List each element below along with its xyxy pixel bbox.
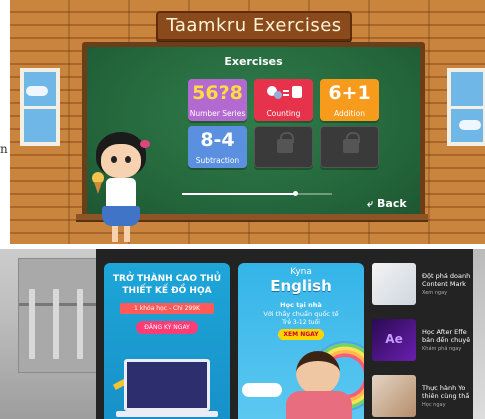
ad-price: 1 khóa học - Chỉ 299K — [120, 303, 214, 314]
ad-heading: TRỞ THÀNH CAO THỦ THIẾT KẾ ĐỒ HỌA — [112, 274, 222, 296]
eye — [111, 156, 117, 163]
list-item[interactable]: Thực hành Yo thiên cùng thầ Học ngay — [370, 375, 473, 419]
ad-line: Học tại nhà — [280, 301, 322, 309]
back-arrow-icon: ⤶ — [367, 197, 374, 210]
laptop-icon — [124, 359, 210, 411]
cloud-icon — [242, 383, 282, 397]
course-meta: Học ngay — [422, 402, 446, 408]
window-pane — [451, 106, 483, 109]
ad-line: Với thầy chuẩn quốc tế — [263, 310, 339, 318]
back-button[interactable]: ⤶ Back — [367, 197, 407, 211]
list-item[interactable]: Đột phá doanh Content Mark Xem ngay — [370, 263, 473, 311]
lock-icon — [277, 132, 294, 153]
background-photo-right — [473, 249, 485, 419]
course-thumbnail — [372, 263, 416, 305]
ad-graphic-design[interactable]: TRỞ THÀNH CAO THỦ THIẾT KẾ ĐỒ HỌA 1 khóa… — [104, 263, 230, 419]
ad-kyna-english[interactable]: Kyna English Học tại nhà Với thầy chuẩn … — [238, 263, 364, 419]
game-scene: Taamkru Exercises Exercises 56?8 Number … — [10, 0, 485, 244]
cloud-icon — [26, 86, 48, 96]
face — [101, 144, 141, 178]
cloud-icon — [459, 120, 481, 130]
page-progress — [182, 191, 332, 196]
column — [77, 289, 83, 359]
tile-subtraction[interactable]: 8-4 Subtraction — [188, 126, 247, 168]
laptop-base — [116, 411, 218, 417]
tile-locked[interactable] — [254, 126, 313, 168]
tile-number-series[interactable]: 56?8 Number Series — [188, 79, 247, 121]
after-effects-icon: Ae — [372, 319, 416, 361]
tile-locked[interactable] — [320, 126, 379, 168]
register-button[interactable]: ĐĂNG KÝ NGAY — [136, 321, 198, 334]
counting-icon — [267, 86, 302, 99]
back-label: Back — [377, 197, 407, 210]
child-body — [286, 391, 352, 419]
course-title: Học After Effe bản đến chuyê — [422, 328, 471, 344]
tile-label: Counting — [266, 109, 301, 118]
progress-knob[interactable] — [292, 191, 298, 196]
list-item[interactable]: Ae Học After Effe bản đến chuyê Khám phá… — [370, 319, 473, 367]
course-list: Đột phá doanh Content Mark Xem ngay Ae H… — [370, 263, 473, 419]
window-left — [20, 68, 60, 146]
view-button[interactable]: XEM NGAY — [278, 329, 324, 340]
brand-kyna: Kyna — [290, 267, 312, 277]
tile-label: Subtraction — [195, 156, 240, 165]
screenshot: n Taamkru Exercises Exercises 56?8 Numbe… — [0, 0, 485, 419]
tile-label: Number Series — [189, 109, 246, 118]
girl-character — [84, 132, 174, 244]
stray-text: n — [0, 142, 8, 156]
tile-label: Addition — [334, 109, 365, 118]
child-photo — [296, 351, 340, 395]
tile-glyph: 8-4 — [200, 129, 235, 151]
shirt — [106, 178, 136, 208]
tile-counting[interactable]: Counting — [254, 79, 313, 121]
column — [29, 289, 35, 359]
leg — [112, 226, 118, 242]
lock-icon — [343, 132, 360, 153]
course-meta: Khám phá ngay — [422, 346, 462, 352]
course-meta: Xem ngay — [422, 290, 448, 296]
skirt — [102, 206, 140, 226]
window-pane — [24, 106, 56, 109]
course-title: Đột phá doanh Content Mark — [422, 272, 471, 288]
course-thumbnail — [372, 375, 416, 417]
brand-english: English — [270, 277, 332, 295]
eye — [125, 156, 131, 163]
tile-glyph: 56?8 — [192, 82, 243, 104]
cone — [94, 182, 102, 194]
course-title: Thực hành Yo thiên cùng thầ — [422, 384, 470, 400]
tile-addition[interactable]: 6+1 Addition — [320, 79, 379, 121]
window-right — [447, 68, 485, 146]
building-photo — [18, 258, 100, 373]
ad-age: Trẻ 3-12 tuổi — [282, 319, 320, 326]
progress-fill — [182, 193, 295, 195]
column — [53, 289, 59, 359]
board-heading: Exercises — [224, 55, 283, 68]
leg — [124, 226, 130, 242]
tile-glyph: 6+1 — [328, 82, 371, 104]
hair-bow — [140, 140, 150, 148]
game-title: Taamkru Exercises — [156, 11, 352, 41]
